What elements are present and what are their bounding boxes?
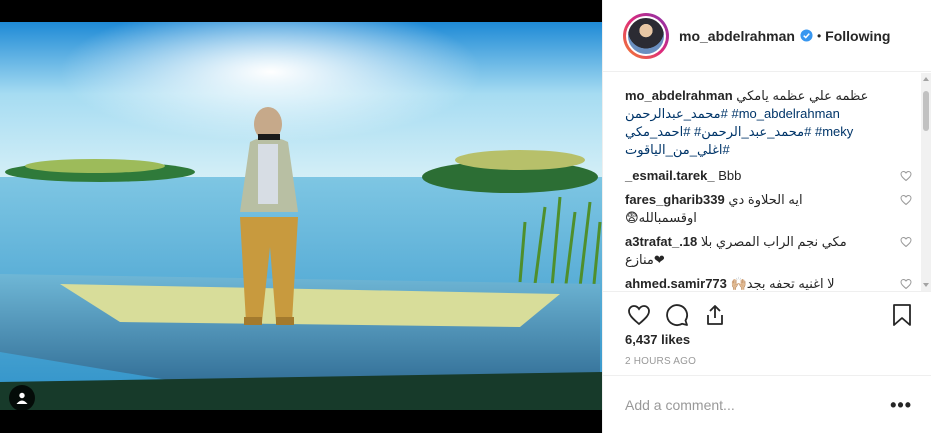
comment-text: 🙌🏼لا اغنيه تحفه بجد <box>730 276 835 291</box>
comment-button[interactable] <box>663 301 691 329</box>
avatar-story-ring[interactable] <box>623 12 669 59</box>
following-button[interactable]: Following <box>825 28 890 44</box>
caption-text: عظمه علي عظمه يامكي <box>736 88 869 103</box>
instagram-post-viewer: mo_abdelrahman • Following mo_abdelrahma… <box>0 0 931 433</box>
user-tag-icon <box>16 392 28 404</box>
save-button[interactable] <box>888 301 916 329</box>
post-details-panel: mo_abdelrahman • Following mo_abdelrahma… <box>602 0 931 433</box>
add-comment-section: ••• <box>603 375 931 433</box>
comment-like-icon[interactable] <box>900 278 912 290</box>
comment-bubble-icon <box>666 303 688 326</box>
scroll-down-arrow-icon[interactable] <box>923 283 929 287</box>
post-timestamp[interactable]: 2 HOURS AGO <box>625 356 696 367</box>
user-tag-button[interactable] <box>9 385 35 411</box>
comment-item: a3trafat_.18 مكي نجم الراب المصري بلا من… <box>625 233 912 269</box>
comment-item: fares_gharib339 ايه الحلاوة دي 😨اوقسمبال… <box>625 191 912 227</box>
comment-item: _esmail.tarek_ Bbb <box>625 167 912 185</box>
verified-badge-icon <box>800 29 813 42</box>
caption-hashtags-line-3[interactable]: اغلي_من_الياقوت# <box>625 141 904 159</box>
scrollbar-thumb[interactable] <box>923 91 929 131</box>
caption-hashtags-line-1[interactable]: محمد_عبدالرحمن# #mo_abdelrahman <box>625 105 904 123</box>
likes-count[interactable]: 6,437 likes <box>625 332 690 347</box>
caption-author[interactable]: mo_abdelrahman <box>625 88 733 103</box>
comment-text: مكي نجم الراب المصري بلا <box>700 234 847 249</box>
comment-username[interactable]: a3trafat_.18 <box>625 234 697 249</box>
comments-list[interactable]: mo_abdelrahman عظمه علي عظمه يامكي محمد_… <box>603 73 931 291</box>
comment-username[interactable]: ahmed.samir773 <box>625 276 727 291</box>
post-header: mo_abdelrahman • Following <box>603 0 931 72</box>
post-actions-bar <box>603 291 931 331</box>
avatar[interactable] <box>626 15 666 56</box>
share-icon <box>707 304 723 325</box>
comment-like-icon[interactable] <box>900 170 912 182</box>
scroll-up-arrow-icon[interactable] <box>923 77 929 81</box>
header-separator: • <box>816 28 822 43</box>
post-media[interactable] <box>0 0 602 433</box>
more-options-icon[interactable]: ••• <box>890 396 912 414</box>
comment-text-continued: منازع❤ <box>625 252 665 267</box>
bookmark-icon <box>893 303 911 326</box>
post-caption: mo_abdelrahman عظمه علي عظمه يامكي محمد_… <box>625 87 912 159</box>
add-comment-input[interactable] <box>625 396 875 413</box>
author-username[interactable]: mo_abdelrahman <box>679 28 795 44</box>
comment-item: ahmed.samir773 🙌🏼لا اغنيه تحفه بجد <box>625 275 912 291</box>
comment-text-continued: 😨اوقسمبالله <box>625 210 697 225</box>
post-photo <box>0 22 602 410</box>
share-button[interactable] <box>701 301 729 329</box>
comment-text: ايه الحلاوة دي <box>728 192 803 207</box>
comment-like-icon[interactable] <box>900 236 912 248</box>
comments-scrollbar[interactable] <box>921 73 931 291</box>
comment-username[interactable]: fares_gharib339 <box>625 192 725 207</box>
like-button[interactable] <box>625 301 653 329</box>
comment-text: Bbb <box>718 168 742 183</box>
comment-username[interactable]: _esmail.tarek_ <box>625 168 715 183</box>
heart-icon <box>628 304 650 325</box>
comment-like-icon[interactable] <box>900 194 912 206</box>
caption-hashtags-line-2[interactable]: محمد_عبد_الرحمن# #احمد_مكي# #meky <box>625 123 904 141</box>
